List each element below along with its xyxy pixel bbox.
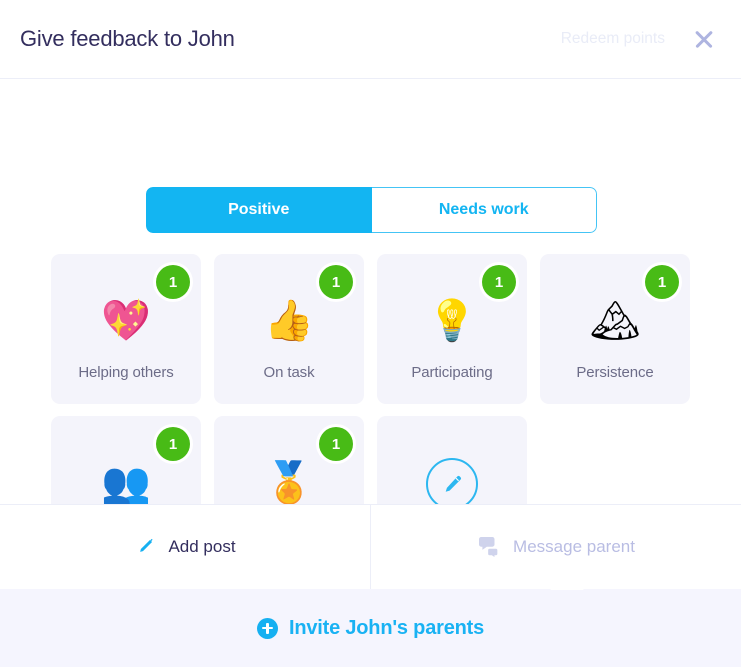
invite-parents-button[interactable]: Invite John's parents xyxy=(0,589,741,667)
award-medal-icon: 🏅 xyxy=(264,461,314,505)
thumbs-up-icon: 👍 xyxy=(264,299,314,343)
plus-circle-icon xyxy=(256,617,278,639)
snow-mountain-icon: 🏔 xyxy=(589,299,641,343)
people-group-icon: 👥 xyxy=(101,461,151,505)
skill-label: Persistence xyxy=(576,364,654,381)
pencil-circle-icon xyxy=(426,458,478,510)
sparkling-heart-icon: 💖 xyxy=(101,299,151,343)
redeem-points-button[interactable]: Redeem points xyxy=(561,30,665,48)
message-parent-label: Message parent xyxy=(513,537,635,556)
skill-label: Participating xyxy=(411,364,493,381)
status-badge: 1 xyxy=(645,265,679,299)
action-bar: Add post Message parent xyxy=(0,504,741,590)
feedback-modal: Give feedback to John Redeem points Posi… xyxy=(0,0,741,667)
page-title: Give feedback to John xyxy=(20,26,235,51)
chevron-up-icon xyxy=(550,575,584,590)
status-badge: 1 xyxy=(156,427,190,461)
add-post-button[interactable]: Add post xyxy=(0,505,371,589)
chat-bubbles-icon xyxy=(477,536,501,558)
invite-parents-label: Invite John's parents xyxy=(288,616,485,639)
message-parent-button[interactable]: Message parent xyxy=(371,505,741,590)
skill-card-helping-others[interactable]: 1 💖 Helping others xyxy=(51,254,201,404)
skill-card-participating[interactable]: 1 💡 Participating xyxy=(377,254,527,404)
status-badge: 1 xyxy=(319,265,353,299)
light-bulb-icon: 💡 xyxy=(427,299,477,343)
feedback-type-tabs: Positive Needs work xyxy=(146,187,597,233)
pencil-icon xyxy=(134,536,156,558)
skill-label: Helping others xyxy=(78,364,174,381)
tab-needs-work[interactable]: Needs work xyxy=(371,187,597,233)
modal-body: Positive Needs work 1 💖 Helping others 1… xyxy=(0,79,741,590)
skill-label: On task xyxy=(263,364,315,381)
close-icon[interactable] xyxy=(691,26,717,52)
add-post-label: Add post xyxy=(168,537,236,556)
tab-positive[interactable]: Positive xyxy=(146,187,372,233)
skill-card-persistence[interactable]: 1 🏔 Persistence xyxy=(540,254,690,404)
status-badge: 1 xyxy=(482,265,516,299)
modal-header: Give feedback to John Redeem points xyxy=(0,0,741,79)
status-badge: 1 xyxy=(156,265,190,299)
status-badge: 1 xyxy=(319,427,353,461)
skill-card-on-task[interactable]: 1 👍 On task xyxy=(214,254,364,404)
